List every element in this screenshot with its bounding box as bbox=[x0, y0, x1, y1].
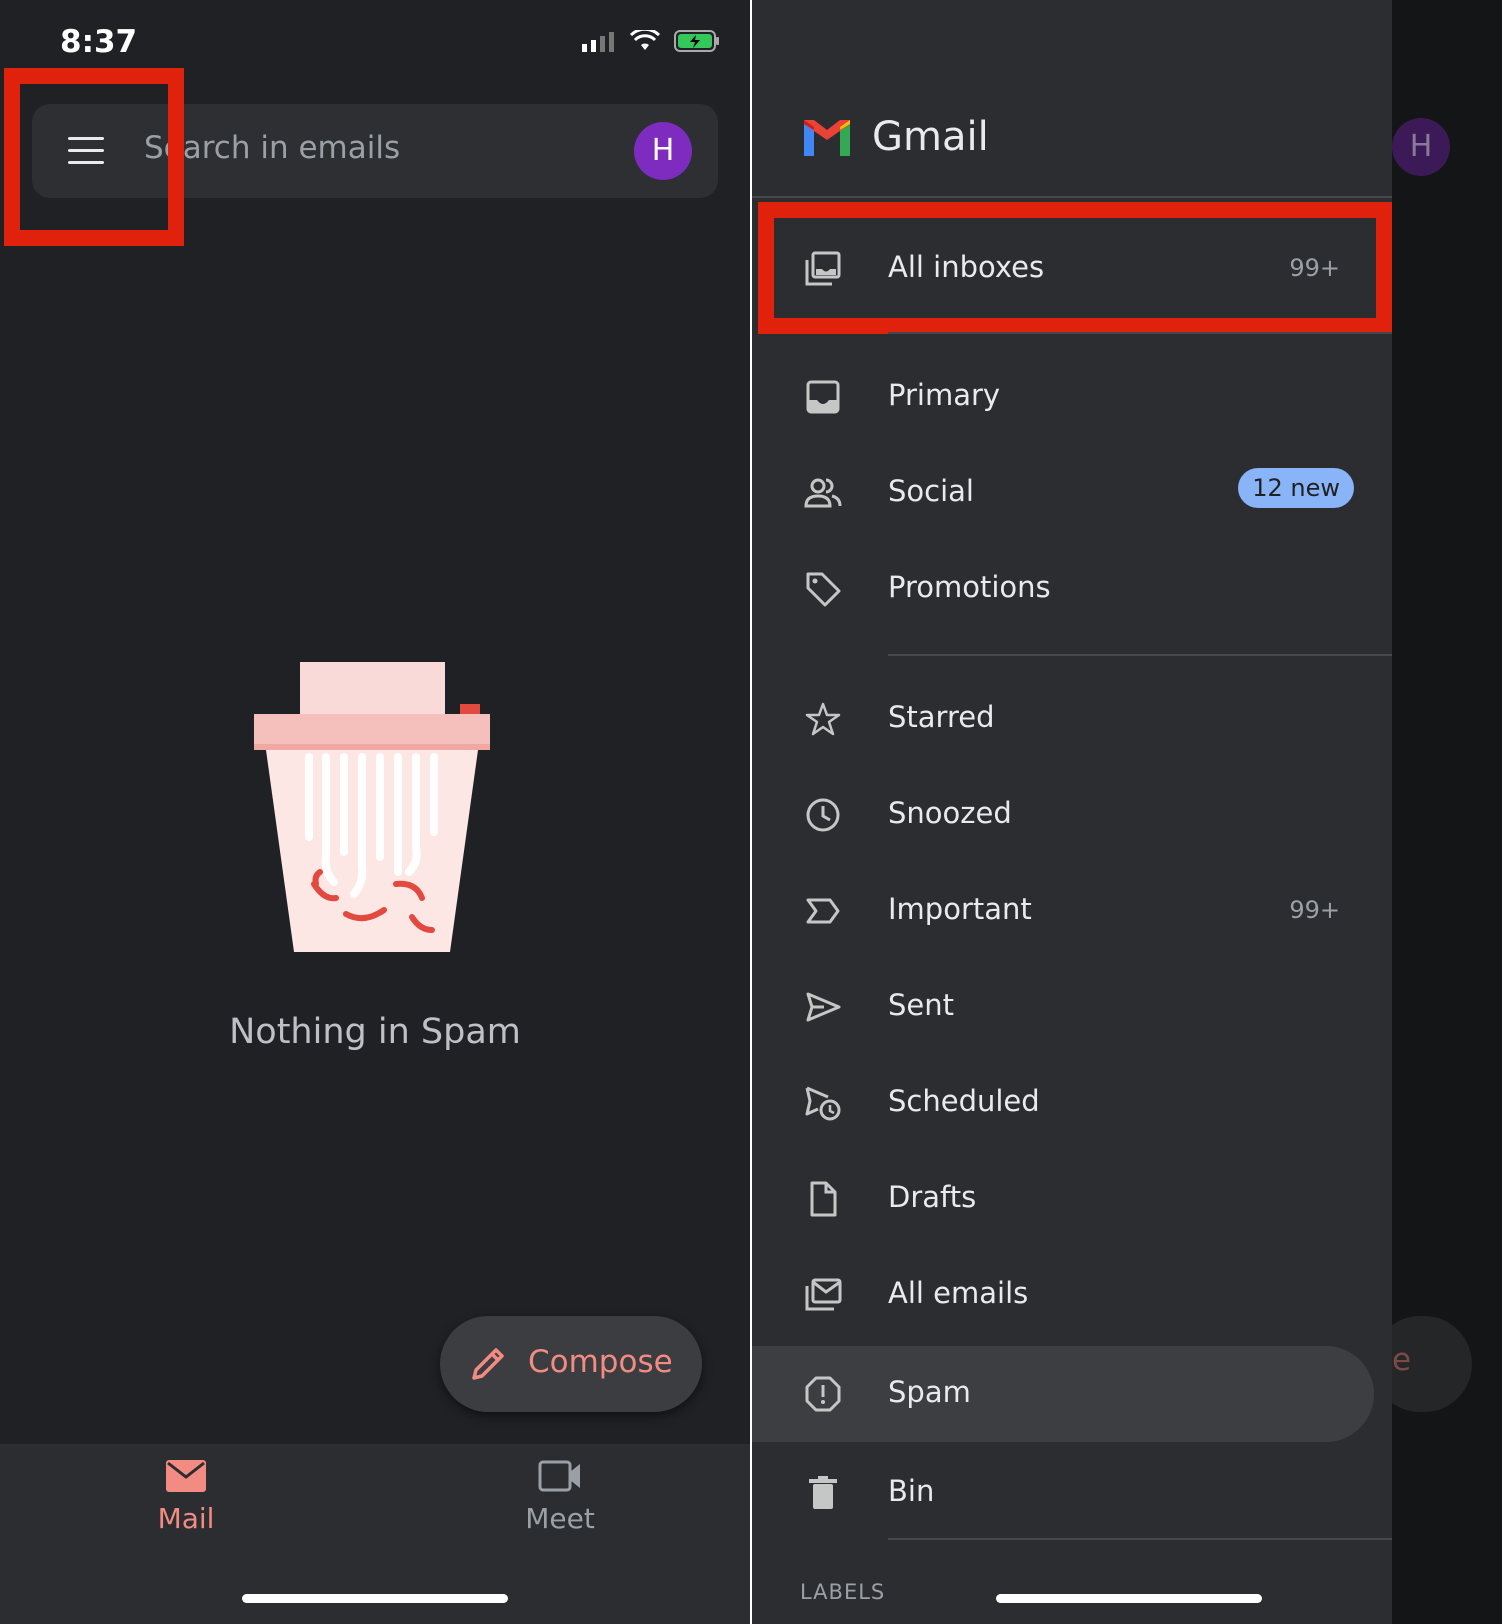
nav-mail[interactable]: Mail bbox=[86, 1458, 286, 1535]
app-title: Gmail bbox=[872, 114, 989, 160]
video-camera-icon bbox=[538, 1460, 580, 1492]
section-divider bbox=[888, 332, 1392, 334]
inbox-screen: 8:37 Search in emails H Nothing in Spam … bbox=[0, 0, 750, 1624]
people-icon bbox=[804, 478, 842, 508]
status-time: 8:37 bbox=[60, 24, 138, 60]
all-mail-icon bbox=[805, 1278, 842, 1311]
drawer-item-snoozed[interactable]: Snoozed bbox=[752, 770, 1392, 860]
highlight-box-all-inboxes bbox=[758, 202, 1392, 334]
drawer-item-label: Primary bbox=[888, 378, 1001, 412]
drawer-item-scheduled[interactable]: Scheduled bbox=[752, 1058, 1392, 1148]
drawer-item-label: Important bbox=[888, 892, 1032, 926]
wifi-icon bbox=[630, 30, 660, 50]
drawer-item-starred[interactable]: Starred bbox=[752, 674, 1392, 764]
compose-button[interactable]: Compose bbox=[440, 1316, 702, 1412]
drawer-item-label: All emails bbox=[888, 1276, 1029, 1310]
star-icon bbox=[805, 702, 841, 736]
section-divider bbox=[888, 654, 1392, 656]
drawer-item-important[interactable]: Important 99+ bbox=[752, 866, 1392, 956]
home-indicator bbox=[996, 1594, 1262, 1603]
inbox-icon bbox=[806, 380, 840, 414]
dimmed-compose-fragment: e bbox=[1392, 1342, 1412, 1378]
new-count-badge: 12 new bbox=[1238, 468, 1354, 508]
drawer-item-social[interactable]: Social 12 new bbox=[752, 448, 1392, 538]
tag-icon bbox=[806, 572, 841, 607]
drawer-item-primary[interactable]: Primary bbox=[752, 352, 1392, 442]
signal-icon bbox=[582, 32, 614, 52]
drawer-item-label: Social bbox=[888, 474, 974, 508]
drawer-item-label: Bin bbox=[888, 1474, 935, 1508]
drawer-item-label: Drafts bbox=[888, 1180, 977, 1214]
drawer-item-sent[interactable]: Sent bbox=[752, 962, 1392, 1052]
drawer-item-bin[interactable]: Bin bbox=[752, 1448, 1392, 1538]
spam-icon bbox=[805, 1376, 841, 1412]
drawer-item-all-emails[interactable]: All emails bbox=[752, 1250, 1392, 1340]
send-icon bbox=[806, 992, 841, 1022]
active-highlight bbox=[752, 1346, 1374, 1442]
draft-icon bbox=[810, 1181, 837, 1217]
nav-meet-label: Meet bbox=[525, 1502, 595, 1535]
drawer-screen: H e Gmail All inboxes 99+ Primary Social… bbox=[752, 0, 1502, 1624]
drawer-item-label: Spam bbox=[888, 1375, 971, 1409]
battery-icon bbox=[674, 30, 719, 52]
home-indicator bbox=[242, 1594, 508, 1603]
bottom-nav: Mail Meet bbox=[0, 1444, 750, 1624]
nav-mail-label: Mail bbox=[157, 1502, 215, 1535]
drawer-item-promotions[interactable]: Promotions bbox=[752, 544, 1392, 634]
labels-heading: LABELS bbox=[800, 1580, 886, 1604]
drawer-item-label: Sent bbox=[888, 988, 955, 1022]
scheduled-icon bbox=[805, 1086, 841, 1121]
important-icon bbox=[806, 898, 840, 924]
unread-count: 99+ bbox=[1289, 896, 1340, 924]
drawer-item-spam[interactable]: Spam bbox=[752, 1346, 1392, 1442]
drawer-item-label: Snoozed bbox=[888, 796, 1012, 830]
shredder-illustration bbox=[254, 662, 490, 952]
navigation-drawer: Gmail All inboxes 99+ Primary Social 12 … bbox=[752, 0, 1392, 1624]
empty-state-message: Nothing in Spam bbox=[229, 1012, 521, 1052]
nav-meet[interactable]: Meet bbox=[460, 1458, 660, 1535]
avatar[interactable]: H bbox=[634, 122, 692, 180]
section-divider bbox=[888, 1538, 1392, 1540]
drawer-item-label: Scheduled bbox=[888, 1084, 1040, 1118]
gmail-logo bbox=[804, 120, 850, 156]
dimmed-avatar: H bbox=[1392, 118, 1450, 176]
compose-label: Compose bbox=[528, 1344, 673, 1380]
drawer-item-label: Starred bbox=[888, 700, 995, 734]
pencil-icon bbox=[472, 1348, 504, 1380]
drawer-item-label: Promotions bbox=[888, 570, 1051, 604]
clock-icon bbox=[806, 798, 840, 832]
trash-icon bbox=[809, 1476, 837, 1509]
mail-icon bbox=[166, 1460, 206, 1492]
drawer-item-drafts[interactable]: Drafts bbox=[752, 1154, 1392, 1244]
status-icons bbox=[582, 30, 720, 52]
header-divider bbox=[752, 196, 1392, 198]
highlight-box-menu bbox=[4, 68, 184, 246]
